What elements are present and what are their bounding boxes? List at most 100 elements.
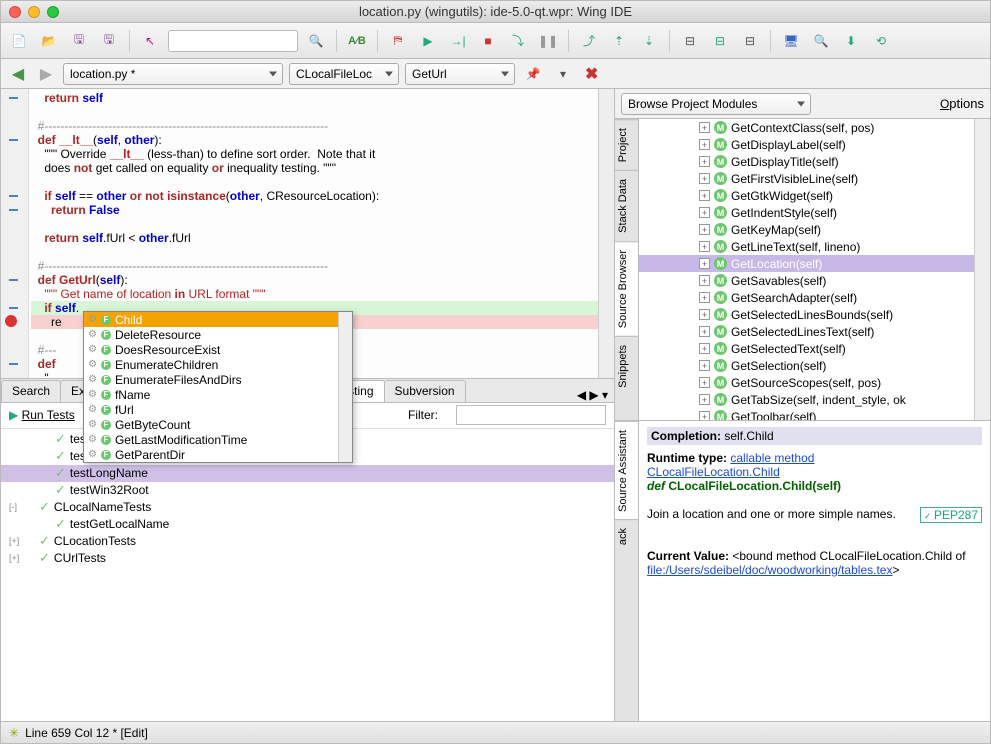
autocomplete-item[interactable]: ⚙FChild: [84, 312, 338, 327]
browser-item[interactable]: +MGetIndentStyle(self): [639, 204, 974, 221]
browser-item[interactable]: +MGetDisplayTitle(self): [639, 153, 974, 170]
test-row[interactable]: ✓testWin32Root: [1, 482, 614, 499]
browser-item[interactable]: +MGetSavables(self): [639, 272, 974, 289]
chevron-down-icon[interactable]: ▾: [551, 62, 575, 86]
browser-item[interactable]: +MGetTabSize(self, indent_style, ok: [639, 391, 974, 408]
vtab-stack-data[interactable]: Stack Data: [615, 170, 638, 241]
autocomplete-popup[interactable]: ⚙FChild⚙FDeleteResource⚙FDoesResourceExi…: [83, 311, 353, 463]
runtime-class-link[interactable]: CLocalFileLocation.Child: [647, 465, 780, 479]
bottom-tab-search[interactable]: Search: [1, 380, 61, 402]
test-row[interactable]: ✓testGetLocalName: [1, 516, 614, 533]
goto-icon[interactable]: ↖: [138, 29, 162, 53]
test-row[interactable]: [+]✓CLocationTests: [1, 533, 614, 550]
find-icon[interactable]: 🔍: [809, 29, 833, 53]
runtime-type-link[interactable]: callable method: [730, 451, 814, 465]
pin-icon[interactable]: 📌: [521, 62, 545, 86]
browser-item[interactable]: +MGetKeyMap(self): [639, 221, 974, 238]
runtime-type-label: Runtime type:: [647, 451, 727, 465]
browser-item[interactable]: +MGetToolbar(self): [639, 408, 974, 420]
autocomplete-item[interactable]: ⚙FfName: [84, 387, 338, 402]
current-value-link[interactable]: file:/Users/sdeibel/doc/woodworking/tabl…: [647, 563, 892, 577]
vtab-snippets[interactable]: Snippets: [615, 336, 638, 396]
browse-mode-combo[interactable]: Browse Project Modules: [621, 93, 811, 115]
browser-item[interactable]: +MGetDisplayLabel(self): [639, 136, 974, 153]
browser-item[interactable]: +MGetSearchAdapter(self): [639, 289, 974, 306]
filter-input[interactable]: [456, 405, 606, 425]
search-again-icon[interactable]: 🔍: [304, 29, 328, 53]
autocomplete-item[interactable]: ⚙FDoesResourceExist: [84, 342, 338, 357]
completion-label: Completion:: [651, 429, 721, 443]
frame-down-icon[interactable]: ⇣: [637, 29, 661, 53]
step-out-icon[interactable]: ⤴: [577, 29, 601, 53]
browser-item[interactable]: +MGetGtkWidget(self): [639, 187, 974, 204]
autocomplete-item[interactable]: ⚙FfUrl: [84, 402, 338, 417]
browser-item[interactable]: +MGetLineText(self, lineno): [639, 238, 974, 255]
browser-item[interactable]: +MGetContextClass(self, pos): [639, 119, 974, 136]
save-icon[interactable]: 🖫: [67, 29, 91, 53]
test-row[interactable]: [+]✓CUrlTests: [1, 550, 614, 567]
test-row[interactable]: [-]✓CLocalNameTests: [1, 499, 614, 516]
browser-scrollbar[interactable]: [974, 119, 990, 420]
frame-up-icon[interactable]: ⇡: [607, 29, 631, 53]
browser-item[interactable]: +MGetSelectedText(self): [639, 340, 974, 357]
test-row[interactable]: ✓testLongName: [1, 465, 614, 482]
debug-icon[interactable]: ⛿: [386, 29, 410, 53]
search-input[interactable]: [168, 30, 298, 52]
nav-back-button[interactable]: ◀: [7, 63, 29, 85]
autocomplete-item[interactable]: ⚙FGetLastModificationTime: [84, 432, 338, 447]
new-file-icon[interactable]: 📄: [7, 29, 31, 53]
titlebar: location.py (wingutils): ide-5.0-qt.wpr:…: [1, 1, 990, 23]
replace-icon[interactable]: A⁄B: [345, 29, 369, 53]
step-into-icon[interactable]: →|: [446, 29, 470, 53]
close-file-button[interactable]: ✖: [581, 64, 602, 84]
breakpoint-icon[interactable]: ⊟: [678, 29, 702, 53]
editor-gutter[interactable]: [1, 89, 29, 378]
bug-icon: ✳: [9, 726, 19, 740]
monitor-icon[interactable]: 🖥: [779, 29, 803, 53]
browser-item[interactable]: +MGetFirstVisibleLine(self): [639, 170, 974, 187]
status-text: Line 659 Col 12 * [Edit]: [25, 726, 148, 740]
browser-item[interactable]: +MGetSourceScopes(self, pos): [639, 374, 974, 391]
class-combo[interactable]: CLocalFileLoc: [289, 63, 399, 85]
stop-icon[interactable]: ■: [476, 29, 500, 53]
source-browser-tree[interactable]: +MGetContextClass(self, pos)+MGetDisplay…: [639, 119, 974, 420]
status-bar: ✳ Line 659 Col 12 * [Edit]: [1, 721, 990, 743]
vtab-source-browser[interactable]: Source Browser: [615, 241, 638, 336]
run-icon[interactable]: ▶: [416, 29, 440, 53]
step-over-icon[interactable]: ⤵: [506, 29, 530, 53]
autocomplete-item[interactable]: ⚙FGetParentDir: [84, 447, 338, 462]
editor-scrollbar[interactable]: [598, 89, 614, 378]
autocomplete-item[interactable]: ⚙FEnumerateChildren: [84, 357, 338, 372]
vtab-source-assistant[interactable]: Source Assistant: [615, 421, 638, 520]
refresh-icon[interactable]: ⟲: [869, 29, 893, 53]
pause-icon[interactable]: ❚❚: [536, 29, 560, 53]
window-title: location.py (wingutils): ide-5.0-qt.wpr:…: [1, 4, 990, 19]
breakpoint-disable-icon[interactable]: ⊟: [738, 29, 762, 53]
nav-fwd-button[interactable]: ▶: [35, 63, 57, 85]
breakpoint-marker[interactable]: [5, 315, 17, 327]
autocomplete-scrollbar[interactable]: [338, 312, 352, 462]
vtab-ack[interactable]: ack: [615, 519, 638, 553]
bottom-tab-subversion[interactable]: Subversion: [384, 380, 466, 402]
breakpoint-edit-icon[interactable]: ⊟: [708, 29, 732, 53]
options-button[interactable]: Options: [940, 96, 984, 111]
file-combo[interactable]: location.py *: [63, 63, 283, 85]
browser-item[interactable]: +MGetSelectedLinesBounds(self): [639, 306, 974, 323]
run-tests-button[interactable]: ▶ Run Tests: [9, 408, 75, 422]
source-assistant-panel: Completion: self.Child Runtime type: cal…: [639, 421, 990, 722]
current-value-label: Current Value:: [647, 549, 729, 563]
download-icon[interactable]: ⬇: [839, 29, 863, 53]
vtab-project[interactable]: Project: [615, 119, 638, 170]
save-all-icon[interactable]: 🖫: [97, 29, 121, 53]
autocomplete-item[interactable]: ⚙FGetByteCount: [84, 417, 338, 432]
bottom-tab-overflow[interactable]: ◀ ▶ ▾: [571, 388, 614, 402]
autocomplete-item[interactable]: ⚙FEnumerateFilesAndDirs: [84, 372, 338, 387]
test-tree[interactable]: ✓testDotParts✓testDoubleSlash✓testLongNa…: [1, 429, 614, 722]
pep-badge: ✓ PEP287: [920, 507, 982, 523]
browser-item[interactable]: +MGetSelectedLinesText(self): [639, 323, 974, 340]
open-file-icon[interactable]: 📂: [37, 29, 61, 53]
browser-item[interactable]: +MGetLocation(self): [639, 255, 974, 272]
browser-item[interactable]: +MGetSelection(self): [639, 357, 974, 374]
autocomplete-item[interactable]: ⚙FDeleteResource: [84, 327, 338, 342]
method-combo[interactable]: GetUrl: [405, 63, 515, 85]
